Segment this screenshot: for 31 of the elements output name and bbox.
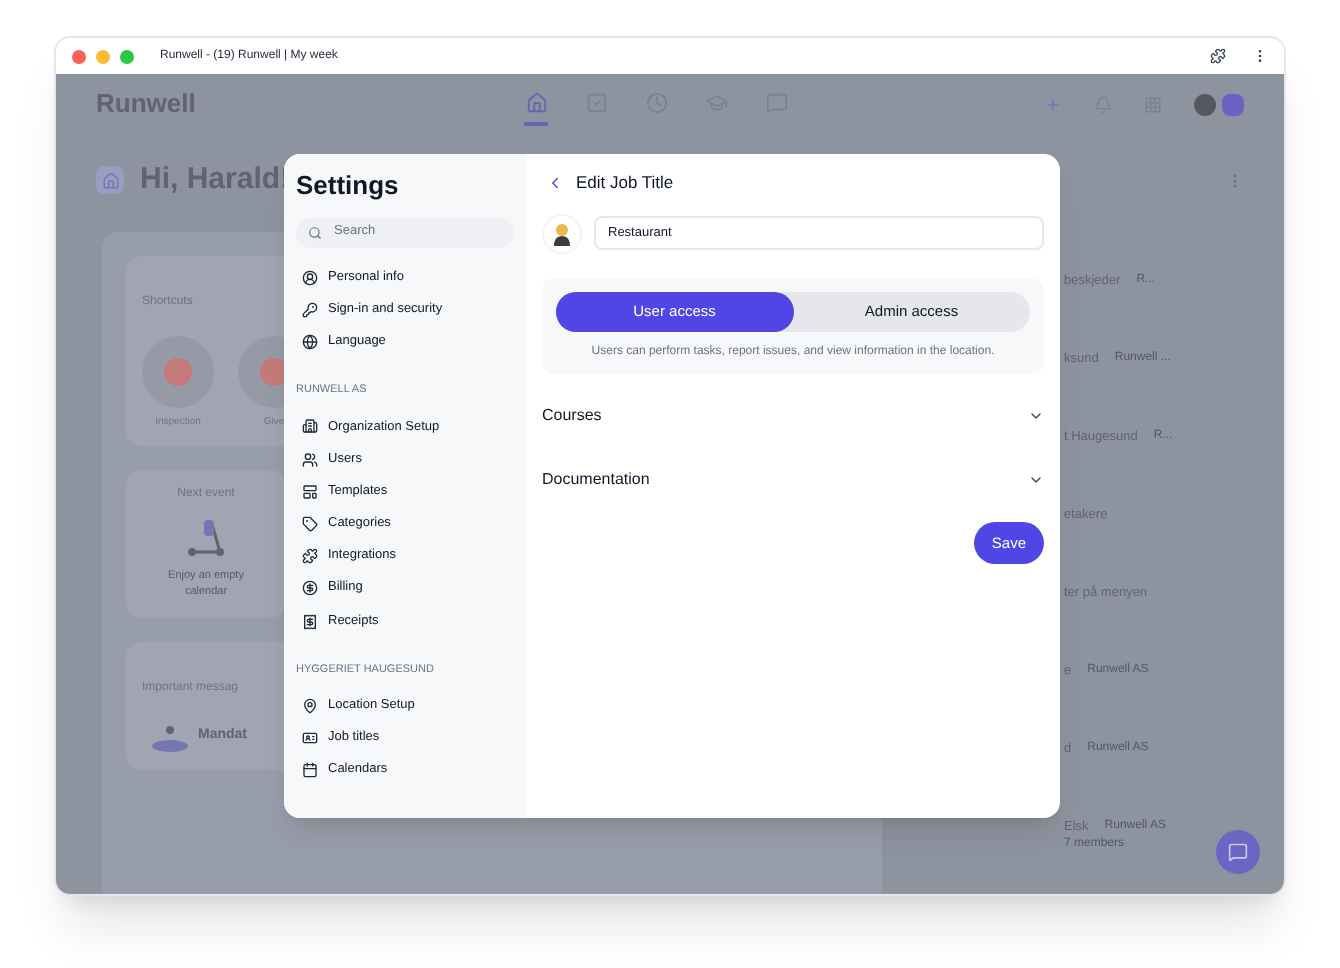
dollar-icon bbox=[302, 580, 318, 597]
org-badge[interactable] bbox=[1222, 93, 1244, 115]
page-title: Edit Job Title bbox=[576, 170, 674, 196]
accordion-header[interactable]: Courses bbox=[542, 393, 1044, 438]
globe-icon bbox=[302, 333, 318, 350]
settings-title: Settings bbox=[296, 168, 401, 204]
key-icon bbox=[302, 301, 318, 318]
location-icon bbox=[302, 697, 318, 714]
person-icon bbox=[552, 221, 572, 246]
template-icon bbox=[302, 483, 318, 500]
back-icon[interactable] bbox=[546, 173, 564, 192]
add-icon[interactable] bbox=[1044, 95, 1062, 113]
accordion-header[interactable]: Documentation bbox=[542, 457, 1044, 502]
id-card-icon bbox=[302, 730, 318, 747]
extension-icon[interactable] bbox=[1210, 48, 1226, 64]
user-icon bbox=[302, 269, 318, 286]
tag-icon bbox=[302, 515, 318, 532]
puzzle-icon bbox=[302, 548, 318, 565]
chat-icon bbox=[1228, 842, 1248, 862]
job-avatar[interactable] bbox=[542, 213, 582, 254]
home-badge bbox=[96, 166, 124, 195]
figure-icon bbox=[150, 721, 190, 753]
receipt-icon bbox=[302, 613, 318, 630]
home-icon bbox=[525, 91, 547, 113]
users-icon bbox=[302, 451, 318, 468]
calendar-icon bbox=[302, 762, 318, 779]
building-icon bbox=[302, 418, 318, 435]
shortcut-icon[interactable] bbox=[142, 335, 214, 407]
chat-button[interactable] bbox=[1216, 830, 1260, 874]
avatar[interactable] bbox=[1194, 93, 1216, 115]
search-icon bbox=[308, 225, 322, 239]
